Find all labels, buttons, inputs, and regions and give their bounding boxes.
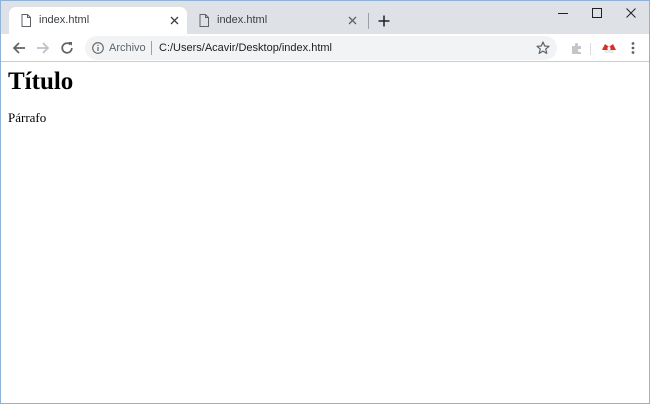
browser-toolbar: Archivo C:/Users/Acavir/Desktop/index.ht… xyxy=(1,34,649,62)
reload-icon[interactable] xyxy=(57,38,77,58)
url-text[interactable]: C:/Users/Acavir/Desktop/index.html xyxy=(159,41,332,55)
tab-active[interactable]: index.html xyxy=(9,7,187,34)
minimize-icon[interactable] xyxy=(546,1,580,25)
arrow-left-icon[interactable] xyxy=(9,38,29,58)
browser-window: index.html index.html Archivo C:/Users/A… xyxy=(0,0,650,404)
arrow-right-icon[interactable] xyxy=(33,38,53,58)
toolbar-separator xyxy=(590,43,591,55)
extension-badge-icon[interactable] xyxy=(599,38,619,58)
tab-title: index.html xyxy=(39,14,90,26)
file-icon xyxy=(20,14,32,27)
tab-inactive[interactable]: index.html xyxy=(187,7,365,34)
page-viewport: Título Párrafo xyxy=(1,62,649,403)
close-icon[interactable] xyxy=(168,14,181,27)
maximize-icon[interactable] xyxy=(580,1,614,25)
window-close-icon[interactable] xyxy=(614,1,648,25)
info-icon[interactable] xyxy=(92,42,104,54)
tab-title: index.html xyxy=(217,14,268,26)
kebab-menu-icon[interactable] xyxy=(623,38,643,58)
close-icon[interactable] xyxy=(346,14,359,27)
plus-icon[interactable] xyxy=(374,11,394,31)
star-icon[interactable] xyxy=(536,41,550,55)
page-paragraph: Párrafo xyxy=(8,110,47,125)
site-scheme-label: Archivo xyxy=(109,42,146,54)
omnibox-divider xyxy=(151,41,152,55)
file-icon xyxy=(198,14,210,27)
puzzle-icon[interactable] xyxy=(567,38,587,58)
tab-strip: index.html index.html xyxy=(1,1,649,34)
address-bar[interactable]: Archivo C:/Users/Acavir/Desktop/index.ht… xyxy=(85,36,557,60)
tab-separator xyxy=(368,13,369,29)
page-title: Título xyxy=(8,68,74,95)
